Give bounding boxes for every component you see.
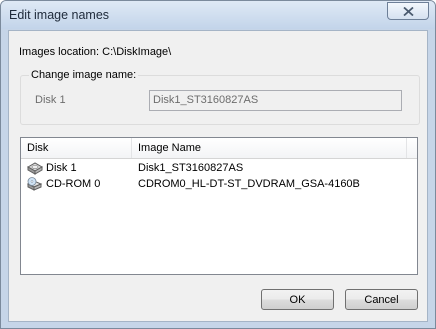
column-header-disk[interactable]: Disk [21, 138, 132, 158]
list-row-disk-1[interactable]: Disk 1 Disk1_ST3160827AS [21, 161, 417, 177]
list-header: Disk Image Name [21, 138, 417, 159]
image-name-field[interactable]: Disk1_ST3160827AS [149, 90, 402, 111]
close-button[interactable] [387, 2, 429, 20]
images-location-label: Images location: C:\DiskImage\ [19, 46, 172, 58]
image-name-cell: Disk1_ST3160827AS [138, 162, 244, 174]
ok-button[interactable]: OK [261, 289, 334, 310]
change-image-name-group: Change image name: Disk 1 Disk1_ST316082… [20, 69, 420, 125]
dialog-window: Edit image names Images location: C:\Dis… [0, 0, 436, 329]
dialog-content: Images location: C:\DiskImage\ Change im… [8, 30, 428, 322]
column-header-image-name[interactable]: Image Name [132, 138, 407, 158]
cd-rom-icon [26, 177, 43, 191]
list-row-cd-rom-0[interactable]: CD-ROM 0 CDROM0_HL-DT-ST_DVDRAM_GSA-4160… [21, 177, 417, 193]
window-title: Edit image names [9, 8, 110, 22]
title-bar[interactable]: Edit image names [1, 1, 435, 29]
disk-cell: CD-ROM 0 [46, 178, 101, 190]
image-name-cell: CDROM0_HL-DT-ST_DVDRAM_GSA-4160B [138, 178, 360, 190]
close-icon [403, 7, 414, 16]
disk-field-label: Disk 1 [35, 94, 66, 106]
cancel-button[interactable]: Cancel [345, 289, 418, 310]
disk-list[interactable]: Disk Image Name Disk 1 Disk1_ST3160827AS [20, 137, 418, 275]
hard-disk-icon [26, 162, 43, 175]
disk-cell: Disk 1 [46, 162, 77, 174]
group-legend: Change image name: [29, 69, 139, 81]
